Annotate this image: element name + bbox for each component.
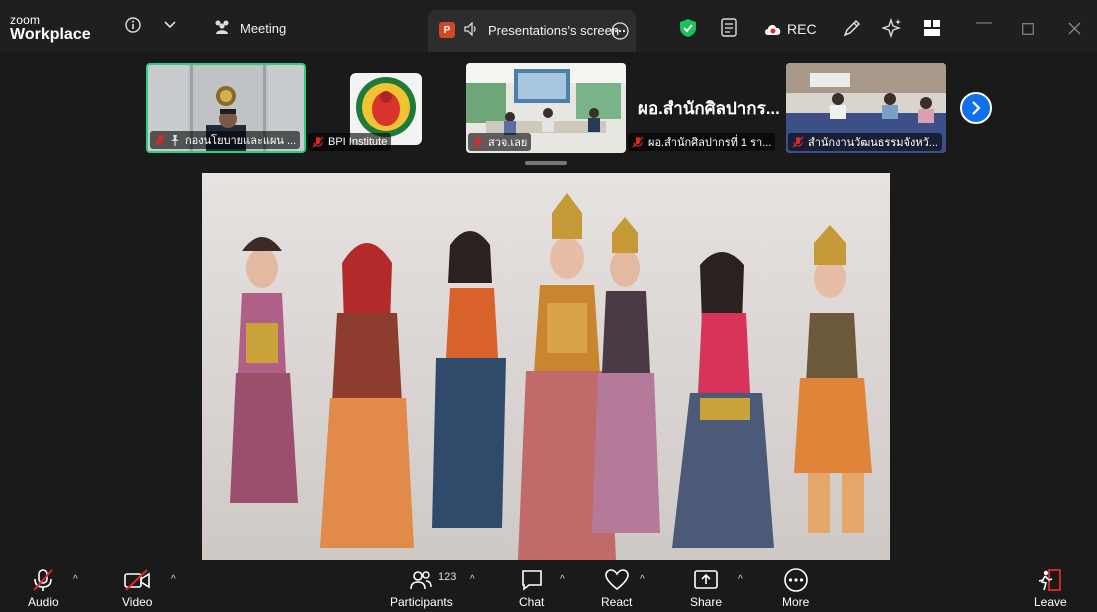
chat-icon (521, 570, 542, 591)
mic-muted-icon (33, 569, 54, 591)
participant-tile[interactable]: กองนโยบายและแผน ... (146, 63, 306, 153)
participant-name: กองนโยบายและแผน ... (185, 135, 297, 147)
shared-screen-video (202, 173, 890, 560)
heart-icon (604, 569, 629, 591)
react-label: React (601, 595, 633, 609)
ai-companion-icon[interactable] (882, 18, 902, 38)
share-label: Share (690, 595, 723, 609)
chevron-down-icon[interactable] (162, 18, 178, 32)
participant-name-bar: BPI Institute (308, 133, 392, 151)
participant-name: ผอ.สำนักศิลปากรที่ 1 รา... (648, 137, 772, 149)
close-icon[interactable] (1068, 22, 1081, 40)
presentation-tab[interactable]: P Presentations's screen (428, 10, 636, 52)
shield-icon[interactable] (679, 18, 697, 38)
participant-tile[interactable]: สวจ.เลย (466, 63, 626, 153)
video-off-icon (124, 569, 151, 591)
leave-label: Leave (1034, 595, 1067, 609)
participant-tile[interactable]: ผอ.สำนักศิลปากร... ผอ.สำนักศิลปากรที่ 1 … (626, 63, 786, 153)
strip-resize-handle[interactable] (525, 161, 567, 165)
zoom-logo: zoom Workplace (10, 14, 91, 43)
chat-button[interactable]: Chat (519, 568, 544, 609)
participant-name: BPI Institute (328, 136, 388, 148)
participant-strip: กองนโยบายและแผน ... BPI Institute สวจ.เล… (0, 52, 1097, 170)
presentation-tab-label: Presentations's screen (488, 23, 620, 38)
react-button[interactable]: React (601, 568, 632, 609)
participants-icon (410, 571, 433, 590)
view-layout-icon[interactable] (923, 19, 941, 37)
maximize-icon[interactable] (1022, 22, 1034, 40)
mic-muted-icon (472, 136, 484, 148)
pin-icon (171, 135, 179, 146)
share-button[interactable]: Share (690, 568, 722, 609)
leave-button[interactable]: Leave (1034, 568, 1067, 609)
mic-muted-icon (154, 134, 166, 146)
mic-muted-icon (632, 136, 644, 148)
share-screen-icon (694, 570, 718, 589)
participant-name: สวจ.เลย (488, 137, 528, 149)
participant-name-bar: กองนโยบายและแผน ... (150, 131, 301, 149)
chevron-right-icon (972, 101, 981, 115)
video-label: Video (122, 595, 153, 609)
info-icon[interactable] (124, 16, 142, 34)
audio-button[interactable]: Audio (28, 568, 59, 609)
annotate-icon[interactable] (842, 18, 862, 38)
participant-tile[interactable]: BPI Institute (306, 63, 466, 153)
more-icon (783, 568, 808, 592)
participant-name-bar: ผอ.สำนักศิลปากรที่ 1 รา... (628, 133, 776, 151)
rec-label[interactable]: REC (787, 21, 817, 37)
mic-muted-icon (312, 136, 324, 148)
shared-screen (202, 173, 890, 560)
captions-icon[interactable] (721, 18, 739, 38)
video-button[interactable]: Video (122, 568, 152, 609)
zoom-window: zoom Workplace Meeting P Presentations's… (0, 0, 1097, 612)
leave-icon (1039, 569, 1062, 591)
audio-options-caret[interactable]: ^ (73, 574, 78, 585)
speaker-icon (464, 21, 478, 41)
chat-label: Chat (519, 595, 545, 609)
share-options-caret[interactable]: ^ (738, 574, 743, 585)
title-bar: zoom Workplace Meeting P Presentations's… (0, 0, 1097, 52)
participant-name-bar: สวจ.เลย (468, 133, 532, 151)
video-options-caret[interactable]: ^ (171, 574, 176, 585)
meeting-icon (212, 19, 232, 35)
participants-count: 123 (438, 571, 457, 583)
participant-name-bar: สำนักงานวัฒนธรรมจังหวั... (788, 133, 942, 151)
participant-display-name: ผอ.สำนักศิลปากร... (638, 99, 780, 118)
participants-options-caret[interactable]: ^ (470, 574, 475, 585)
minimize-icon[interactable]: — (976, 14, 992, 32)
cloud-record-icon (763, 22, 783, 36)
logo-text-workplace: Workplace (10, 26, 91, 43)
chat-options-caret[interactable]: ^ (560, 574, 565, 585)
meeting-tab[interactable]: Meeting (240, 21, 286, 36)
mic-muted-icon (792, 136, 804, 148)
more-label: More (782, 595, 810, 609)
meeting-toolbar: Audio ^ Video ^ Participants 123 ^ Chat … (0, 560, 1097, 612)
next-page-button[interactable] (960, 92, 992, 124)
react-options-caret[interactable]: ^ (640, 574, 645, 585)
logo-text-zoom: zoom (10, 13, 41, 27)
powerpoint-icon: P (439, 22, 455, 38)
audio-label: Audio (28, 595, 59, 609)
participant-name: สำนักงานวัฒนธรรมจังหวั... (808, 137, 938, 149)
participants-label: Participants (390, 595, 453, 609)
participant-tile[interactable]: สำนักงานวัฒนธรรมจังหวั... (786, 63, 946, 153)
more-options-icon[interactable] (611, 22, 629, 45)
more-button[interactable]: More (782, 568, 809, 609)
